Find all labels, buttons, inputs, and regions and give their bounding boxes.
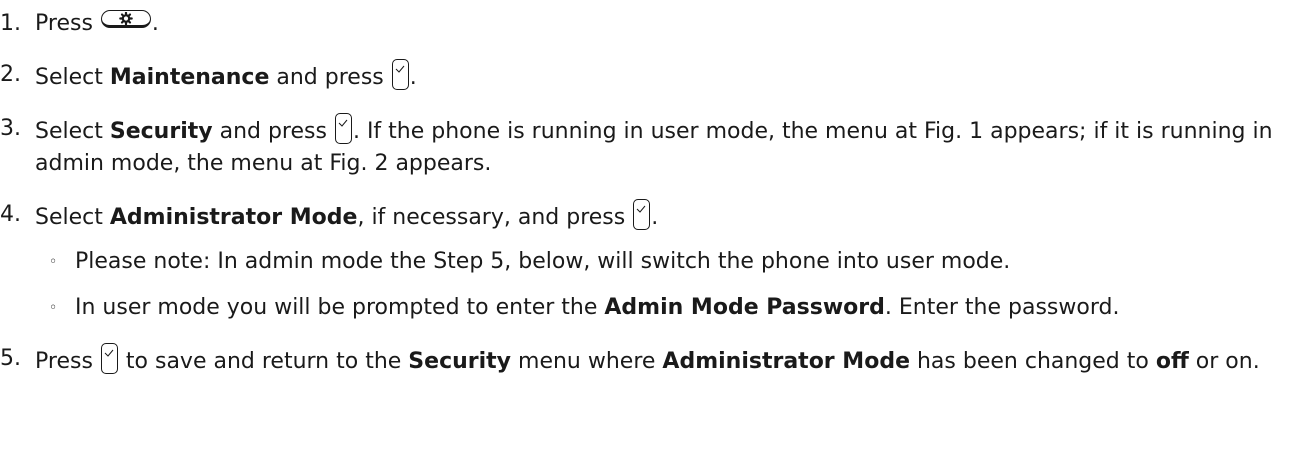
step-text-part: . [151,11,159,36]
menu-item-name: Maintenance [109,65,270,90]
field-name: Admin Mode Password [604,295,885,320]
step-text-part: and press [212,119,334,144]
step-text-part: menu where [511,349,663,374]
step-text-part: Press [35,11,100,36]
step-text-part: In user mode you will be prompted to ent… [75,295,605,320]
step-number: 1. [0,11,21,36]
step-5: 5. Press to save and return to the Secur… [0,343,1306,378]
step-text: Press . [35,8,1306,40]
substep-2: ◦ In user mode you will be prompted to e… [35,292,1306,324]
settings-key-icon [100,10,151,28]
step-3: 3. Select Security and press . If the ph… [0,113,1306,180]
ok-checkmark-key-icon [100,343,118,374]
step-1: 1. Press . [0,8,1306,40]
bullet-icon: ◦ [49,254,58,270]
steps-list: 1. Press . 2. Select Maintenance and pre… [0,0,1306,378]
step-text-part: Press [35,349,100,374]
step-text-part: . Enter the password. [884,295,1120,320]
menu-item-name: Administrator Mode [109,205,358,230]
substep-text: In user mode you will be prompted to ent… [75,295,1119,320]
step-text-part: Select [35,205,110,230]
setting-value: off [1155,349,1189,374]
step-text: Select Maintenance and press . [35,59,1306,94]
substeps-list: ◦ Please note: In admin mode the Step 5,… [35,246,1306,324]
substep-text: Please note: In admin mode the Step 5, b… [75,249,1011,274]
step-text-part: has been changed to [910,349,1156,374]
step-number: 2. [0,62,21,87]
step-text-part: Select [35,65,110,90]
step-text-part: . [651,205,659,230]
ok-checkmark-key-icon [633,199,651,230]
substep-1: ◦ Please note: In admin mode the Step 5,… [35,246,1306,278]
step-text: Select Administrator Mode, if necessary,… [35,199,1306,234]
step-text: Press to save and return to the Security… [35,343,1306,378]
step-text-part: or on. [1188,349,1260,374]
step-text-part: and press [269,65,391,90]
menu-item-name: Security [408,349,512,374]
step-text-part: Select [35,119,110,144]
step-number: 5. [0,346,21,371]
step-2: 2. Select Maintenance and press . [0,59,1306,94]
step-text-part: to save and return to the [118,349,409,374]
instruction-page: 1. Press . 2. Select Maintenance and pre… [0,0,1306,450]
menu-item-name: Administrator Mode [662,349,910,374]
step-number: 4. [0,202,21,227]
ok-checkmark-key-icon [334,113,352,144]
bullet-icon: ◦ [49,300,58,316]
step-text-part: . [409,65,417,90]
ok-checkmark-key-icon [391,59,409,90]
step-4: 4. Select Administrator Mode, if necessa… [0,199,1306,324]
menu-item-name: Security [109,119,213,144]
step-number: 3. [0,116,21,141]
step-text-part: , if necessary, and press [357,205,633,230]
step-text: Select Security and press . If the phone… [35,113,1306,180]
